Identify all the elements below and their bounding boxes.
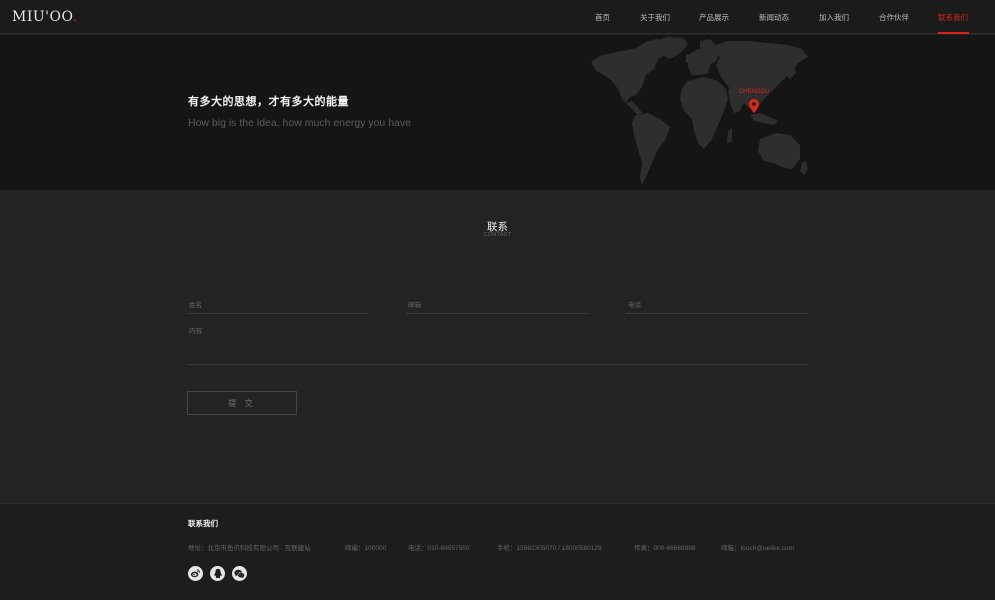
hero-banner: 有多大的思想，才有多大的能量 How big is the idea, how …: [0, 35, 995, 190]
email-placeholder: 邮箱: [408, 302, 421, 309]
name-placeholder: 姓名: [189, 302, 202, 309]
weibo-icon: [190, 569, 201, 578]
world-map: CHENGDU: [591, 37, 808, 185]
nav-item-join[interactable]: 加入我们: [819, 12, 849, 23]
map-pin-icon: [749, 99, 759, 113]
nav-item-contact[interactable]: 联系我们: [938, 12, 968, 23]
logo-dot: .: [72, 9, 78, 25]
contact-section: 联系 CONTACT 姓名 邮箱 电话 内容 提 交: [0, 190, 995, 503]
email-field[interactable]: 邮箱: [406, 294, 588, 314]
hero-subtitle: How big is the idea, how much energy you…: [188, 117, 411, 129]
nav-item-about[interactable]: 关于我们: [640, 12, 670, 23]
hero-title: 有多大的思想，才有多大的能量: [188, 96, 349, 108]
content-placeholder: 内容: [189, 328, 202, 335]
weibo-link[interactable]: [188, 566, 203, 581]
nav-active-underline: [938, 32, 969, 34]
footer-email: 邮箱：touch@uelike.com: [721, 545, 795, 552]
section-subtitle: CONTACT: [483, 232, 512, 238]
nav-item-products[interactable]: 产品展示: [699, 12, 729, 23]
nav-item-home[interactable]: 首页: [595, 12, 610, 23]
nav-item-news[interactable]: 新闻动态: [759, 12, 789, 23]
map-pin-label: CHENGDU: [739, 89, 769, 95]
qq-link[interactable]: [210, 566, 225, 581]
site-footer: 联系我们 地址：北京市鱼爪科技有限公司 · 互联建站 邮编：100000 电话：…: [0, 503, 995, 600]
site-header: MIU'OO. 首页 关于我们 产品展示 新闻动态 加入我们 合作伙伴 联系我们: [0, 0, 995, 34]
logo[interactable]: MIU'OO.: [12, 9, 78, 25]
name-field[interactable]: 姓名: [187, 294, 367, 314]
phone-placeholder: 电话: [628, 302, 641, 309]
nav-item-partners[interactable]: 合作伙伴: [879, 12, 909, 23]
submit-button[interactable]: 提 交: [187, 391, 297, 415]
footer-mobile: 手机：15982305070 / 18000580129: [497, 545, 602, 552]
wechat-icon: [234, 569, 245, 578]
content-field[interactable]: 内容: [187, 321, 808, 365]
phone-field[interactable]: 电话: [626, 294, 808, 314]
qq-icon: [213, 568, 222, 579]
wechat-link[interactable]: [232, 566, 247, 581]
logo-text: MIU'OO: [12, 9, 73, 25]
footer-title: 联系我们: [188, 519, 218, 528]
footer-address: 地址：北京市鱼爪科技有限公司 · 互联建站: [188, 545, 311, 552]
footer-tel: 电话：010-69557550: [408, 545, 470, 552]
footer-postcode: 邮编：100000: [345, 545, 387, 552]
footer-fax: 传真：000-66668888: [634, 545, 696, 552]
